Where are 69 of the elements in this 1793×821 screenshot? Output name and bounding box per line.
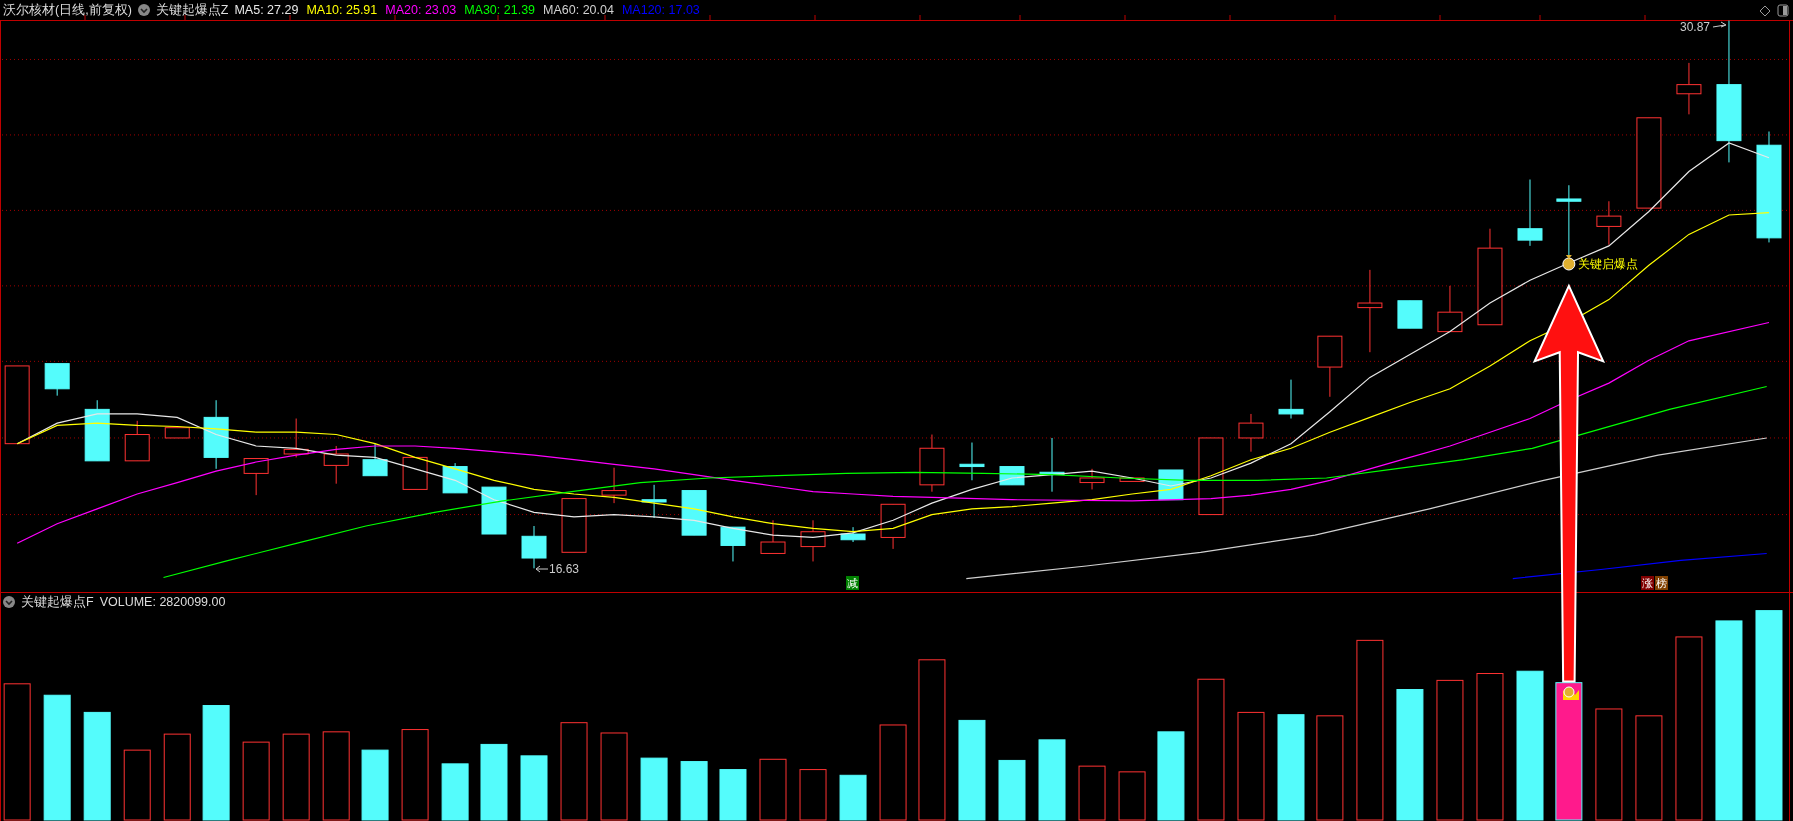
low-price-label: 16.63: [549, 562, 580, 576]
candle: [919, 434, 945, 493]
candle: [840, 526, 866, 543]
money-bag-crown-icon: [1563, 686, 1579, 700]
candle: [1437, 285, 1463, 333]
candle: [283, 418, 309, 458]
candle: [442, 462, 468, 494]
candle: [521, 525, 547, 569]
candle: [1676, 62, 1702, 115]
small-arrow-icon: [1712, 21, 1727, 28]
candle: [601, 467, 627, 504]
volume-bar: [839, 774, 867, 821]
moving-average-label: MA10: 25.91: [306, 3, 378, 17]
indicator-name: 关键起爆点Z: [155, 1, 229, 19]
candle: [1397, 300, 1423, 329]
candle: [1238, 413, 1264, 453]
small-arrow-icon: [535, 565, 549, 573]
indicator-name: 关键起爆点F: [21, 593, 94, 611]
high-price-label: 30.87: [1680, 20, 1711, 34]
candle: [959, 442, 985, 481]
candle: [1517, 179, 1543, 247]
dropdown-icon[interactable]: [3, 596, 15, 608]
money-bag-icon: [1562, 255, 1576, 271]
candle: [1079, 468, 1105, 490]
marker-badge: 涨: [1641, 576, 1654, 590]
marker-badge: 榜: [1655, 576, 1668, 590]
volume-bar: [680, 761, 708, 821]
candle: [243, 458, 269, 496]
candle: [402, 456, 428, 490]
candle: [481, 486, 507, 535]
candle: [681, 490, 707, 536]
volume-bar: [719, 769, 747, 821]
chart-title: 沃尔核材(日线,前复权): [3, 1, 132, 19]
up-arrow-icon: [1532, 283, 1606, 683]
candle: [124, 420, 150, 462]
candle: [323, 445, 349, 485]
candle: [362, 443, 388, 477]
candle: [561, 498, 587, 553]
candle: [800, 519, 826, 562]
candle: [1039, 437, 1065, 493]
moving-average-label: MA20: 23.03: [385, 3, 457, 17]
candle: [1278, 379, 1304, 419]
diamond-icon[interactable]: [1759, 5, 1771, 17]
candle: [1317, 335, 1343, 398]
panel-toggle-icon[interactable]: [1777, 4, 1789, 17]
candle: [44, 363, 70, 397]
volume-bar: [520, 755, 548, 821]
volume-bar: [640, 757, 668, 821]
candle: [203, 399, 229, 470]
moving-average-label: MA5: 27.29: [234, 3, 299, 17]
moving-average-label: MA60: 20.04: [543, 3, 614, 17]
volume-bar: [998, 759, 1026, 821]
candle: [880, 503, 906, 550]
candle: [641, 484, 667, 519]
moving-average-label: MA30: 21.39: [464, 3, 536, 17]
candle: [760, 519, 786, 554]
volume-bar: [441, 763, 469, 821]
volume-label: VOLUME: 2820099.00: [99, 595, 226, 609]
candle: [84, 399, 110, 462]
marker-badge: 减: [846, 576, 859, 590]
volume-bar: [361, 749, 389, 821]
candle: [164, 427, 190, 439]
candle: [1119, 477, 1145, 482]
candle: [1596, 200, 1622, 246]
moving-average-label: MA120: 17.03: [621, 3, 700, 17]
dropdown-icon[interactable]: [137, 4, 150, 16]
candle: [999, 466, 1025, 486]
signal-label: 关键启爆点: [1578, 256, 1638, 273]
candle: [720, 526, 746, 562]
